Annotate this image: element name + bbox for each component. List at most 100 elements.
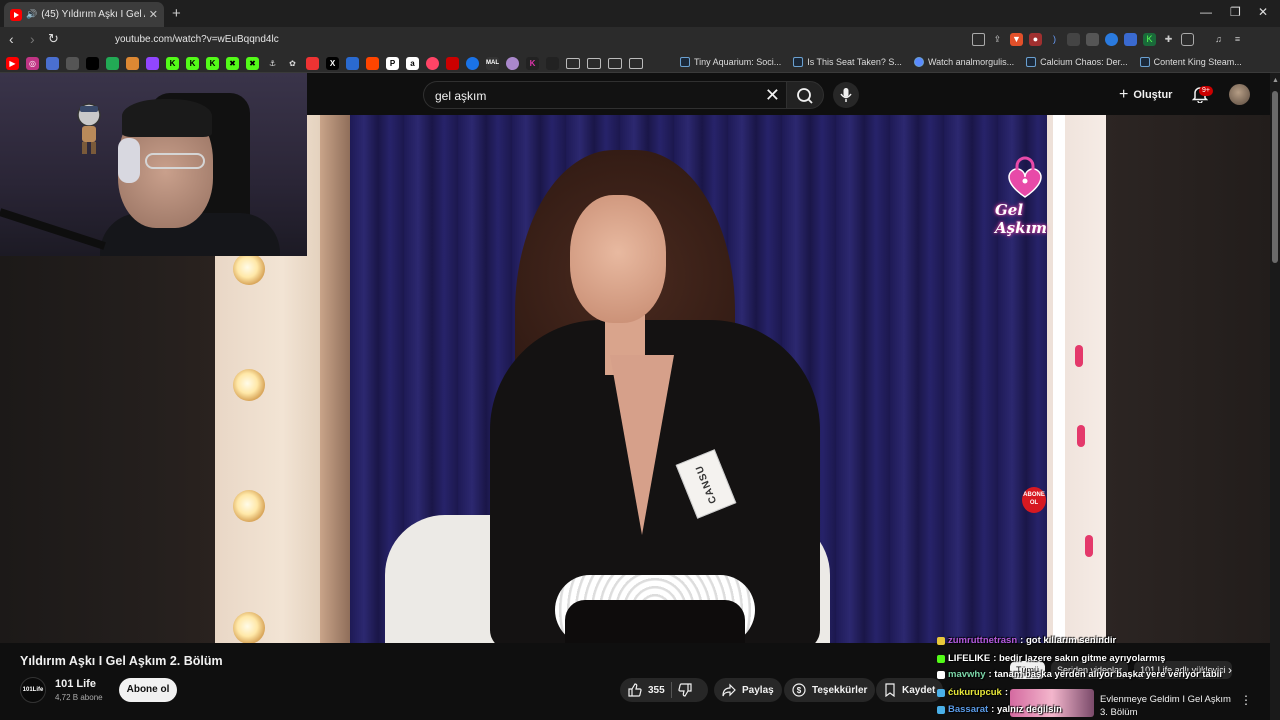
like-count[interactable]: 355 — [648, 685, 665, 696]
translate-icon[interactable] — [1124, 33, 1137, 46]
dislike-icon[interactable] — [678, 683, 692, 697]
music-icon[interactable]: ♫ — [1212, 33, 1225, 46]
bookmark-icon-list: ▶ ◎ K K K ✖ ✖ ⚓ ✿ X P a MAL K — [6, 57, 643, 70]
bookmark-icon[interactable] — [306, 57, 319, 70]
like-dislike-group: 355 — [620, 678, 708, 702]
minimize-icon[interactable]: — — [1200, 5, 1212, 19]
cast-icon[interactable] — [972, 33, 985, 46]
close-tab-icon[interactable]: ✕ — [149, 8, 158, 21]
folder-icon[interactable] — [587, 58, 601, 69]
forward-icon[interactable]: › — [30, 31, 35, 47]
bookmark-tiny-aquarium[interactable]: Tiny Aquarium: Soci... — [680, 57, 781, 67]
reddit-bookmark-icon[interactable] — [366, 57, 379, 70]
voice-search-button[interactable] — [833, 82, 859, 108]
kick-bookmark-icon[interactable]: K — [206, 57, 219, 70]
account-avatar[interactable] — [1229, 84, 1250, 105]
extension-blue-icon[interactable] — [1105, 33, 1118, 46]
svg-text:$: $ — [797, 686, 802, 695]
youtube-masthead: gel aşkım ✕ + Oluştur 9+ — [307, 73, 1280, 115]
bookmark-icon[interactable] — [506, 57, 519, 70]
bookmark-icon[interactable] — [446, 57, 459, 70]
share-button[interactable]: Paylaş — [714, 678, 782, 702]
bookmark-icon[interactable]: MAL — [486, 57, 499, 70]
subscribe-button[interactable]: Abone ol — [119, 678, 177, 702]
bookmark-icon[interactable]: K — [526, 57, 539, 70]
clear-search-icon[interactable]: ✕ — [765, 85, 780, 106]
search-button[interactable] — [786, 81, 824, 109]
headset — [118, 138, 140, 183]
subscribe-watermark[interactable]: ABONE OL — [1022, 487, 1046, 513]
menu-icon[interactable]: ≡ — [1231, 33, 1244, 46]
bookmark-icon[interactable]: ✖ — [246, 57, 259, 70]
youtube-bookmark-icon[interactable]: ▶ — [6, 57, 19, 70]
folder-icon[interactable] — [608, 58, 622, 69]
bookmark-icon[interactable]: ✿ — [286, 57, 299, 70]
tab-title: (45) Yıldırım Aşkı I Gel Aşkım — [41, 9, 145, 20]
extension-gray-icon[interactable] — [1067, 33, 1080, 46]
chevron-right-icon[interactable]: › — [1228, 663, 1232, 677]
bookmark-icon[interactable] — [46, 57, 59, 70]
x-bookmark-icon[interactable]: X — [326, 57, 339, 70]
scrollbar-thumb[interactable] — [1272, 91, 1278, 263]
like-icon[interactable] — [628, 683, 642, 697]
scroll-up-icon[interactable]: ▲ — [1272, 77, 1279, 84]
chat-badge-icon — [937, 705, 945, 714]
brave-shield-icon[interactable]: ▼ — [1010, 33, 1023, 46]
bookmark-save-icon — [885, 683, 895, 697]
folder-icon[interactable] — [629, 58, 643, 69]
bookmark-icon[interactable] — [346, 57, 359, 70]
new-tab-button[interactable]: + — [172, 5, 181, 22]
extension-box-icon[interactable] — [1086, 33, 1099, 46]
more-options-icon[interactable]: ⋮ — [1240, 693, 1252, 707]
sidebar-icon[interactable] — [1181, 33, 1194, 46]
bookmark-icon[interactable] — [106, 57, 119, 70]
back-icon[interactable]: ‹ — [9, 31, 14, 47]
bookmark-icon[interactable] — [126, 57, 139, 70]
folder-icon[interactable] — [566, 58, 580, 69]
bookmark-icon[interactable] — [66, 57, 79, 70]
bookmark-icon[interactable]: ✖ — [226, 57, 239, 70]
speaker-icon[interactable]: 🔊 — [26, 9, 37, 20]
address-bar[interactable]: youtube.com/watch?v=wEuBqqnd4lc — [115, 34, 279, 45]
bookmark-content-king[interactable]: Content King Steam... — [1139, 57, 1242, 67]
share-icon[interactable]: ⇪ — [991, 33, 1004, 46]
search-input[interactable]: gel aşkım ✕ — [423, 81, 786, 109]
heart-decoration — [1075, 345, 1083, 367]
bookmark-label: Content King Steam... — [1153, 57, 1242, 67]
heart-decoration — [1085, 535, 1093, 557]
anchor-bookmark-icon[interactable]: ⚓ — [266, 57, 279, 70]
video-player[interactable]: CANSU Gel Aşkım — [215, 115, 1106, 643]
bookmark-calcium-chaos[interactable]: Calcium Chaos: Der... — [1026, 57, 1128, 67]
amazon-bookmark-icon[interactable]: a — [406, 57, 419, 70]
extension-red-icon[interactable]: ● — [1029, 33, 1042, 46]
bookmark-watch[interactable]: Watch analmorgulis... — [913, 57, 1014, 67]
page-scrollbar[interactable]: ▲ — [1270, 73, 1280, 720]
bookmark-icon[interactable] — [466, 57, 479, 70]
create-button[interactable]: + Oluştur — [1119, 86, 1172, 104]
subscribe-watermark-text: ABONE OL — [1023, 492, 1045, 506]
contestant-face — [570, 195, 666, 323]
channel-name[interactable]: 101 Life — [55, 678, 96, 690]
kick-bookmark-icon[interactable]: K — [186, 57, 199, 70]
youtube-favicon-icon — [10, 8, 22, 21]
save-button[interactable]: Kaydet — [876, 678, 944, 702]
bookmark-icon[interactable] — [546, 57, 559, 70]
kick-bookmark-icon[interactable]: K — [166, 57, 179, 70]
restore-icon[interactable]: ❐ — [1230, 5, 1241, 19]
close-window-icon[interactable]: ✕ — [1258, 5, 1268, 19]
browser-tab-active[interactable]: 🔊 (45) Yıldırım Aşkı I Gel Aşkım ✕ — [4, 2, 164, 27]
bookmark-icon[interactable] — [86, 57, 99, 70]
chat-text: : yalnız değilsin — [991, 704, 1062, 715]
puzzle-icon[interactable]: ✚ — [1162, 33, 1175, 46]
instagram-bookmark-icon[interactable]: ◎ — [26, 57, 39, 70]
bookmark-icon[interactable]: P — [386, 57, 399, 70]
thanks-button[interactable]: $ Teşekkürler — [784, 678, 876, 702]
chat-badge-icon — [937, 688, 945, 697]
bookmark-is-this-seat-taken[interactable]: Is This Seat Taken? S... — [793, 57, 902, 67]
bookmark-icon[interactable] — [426, 57, 439, 70]
extension-k-icon[interactable]: K — [1143, 33, 1156, 46]
reload-icon[interactable]: ↻ — [48, 31, 59, 47]
extension-audio-icon[interactable]: ) — [1048, 33, 1061, 46]
twitch-bookmark-icon[interactable] — [146, 57, 159, 70]
channel-avatar[interactable]: 101Life — [20, 677, 46, 703]
